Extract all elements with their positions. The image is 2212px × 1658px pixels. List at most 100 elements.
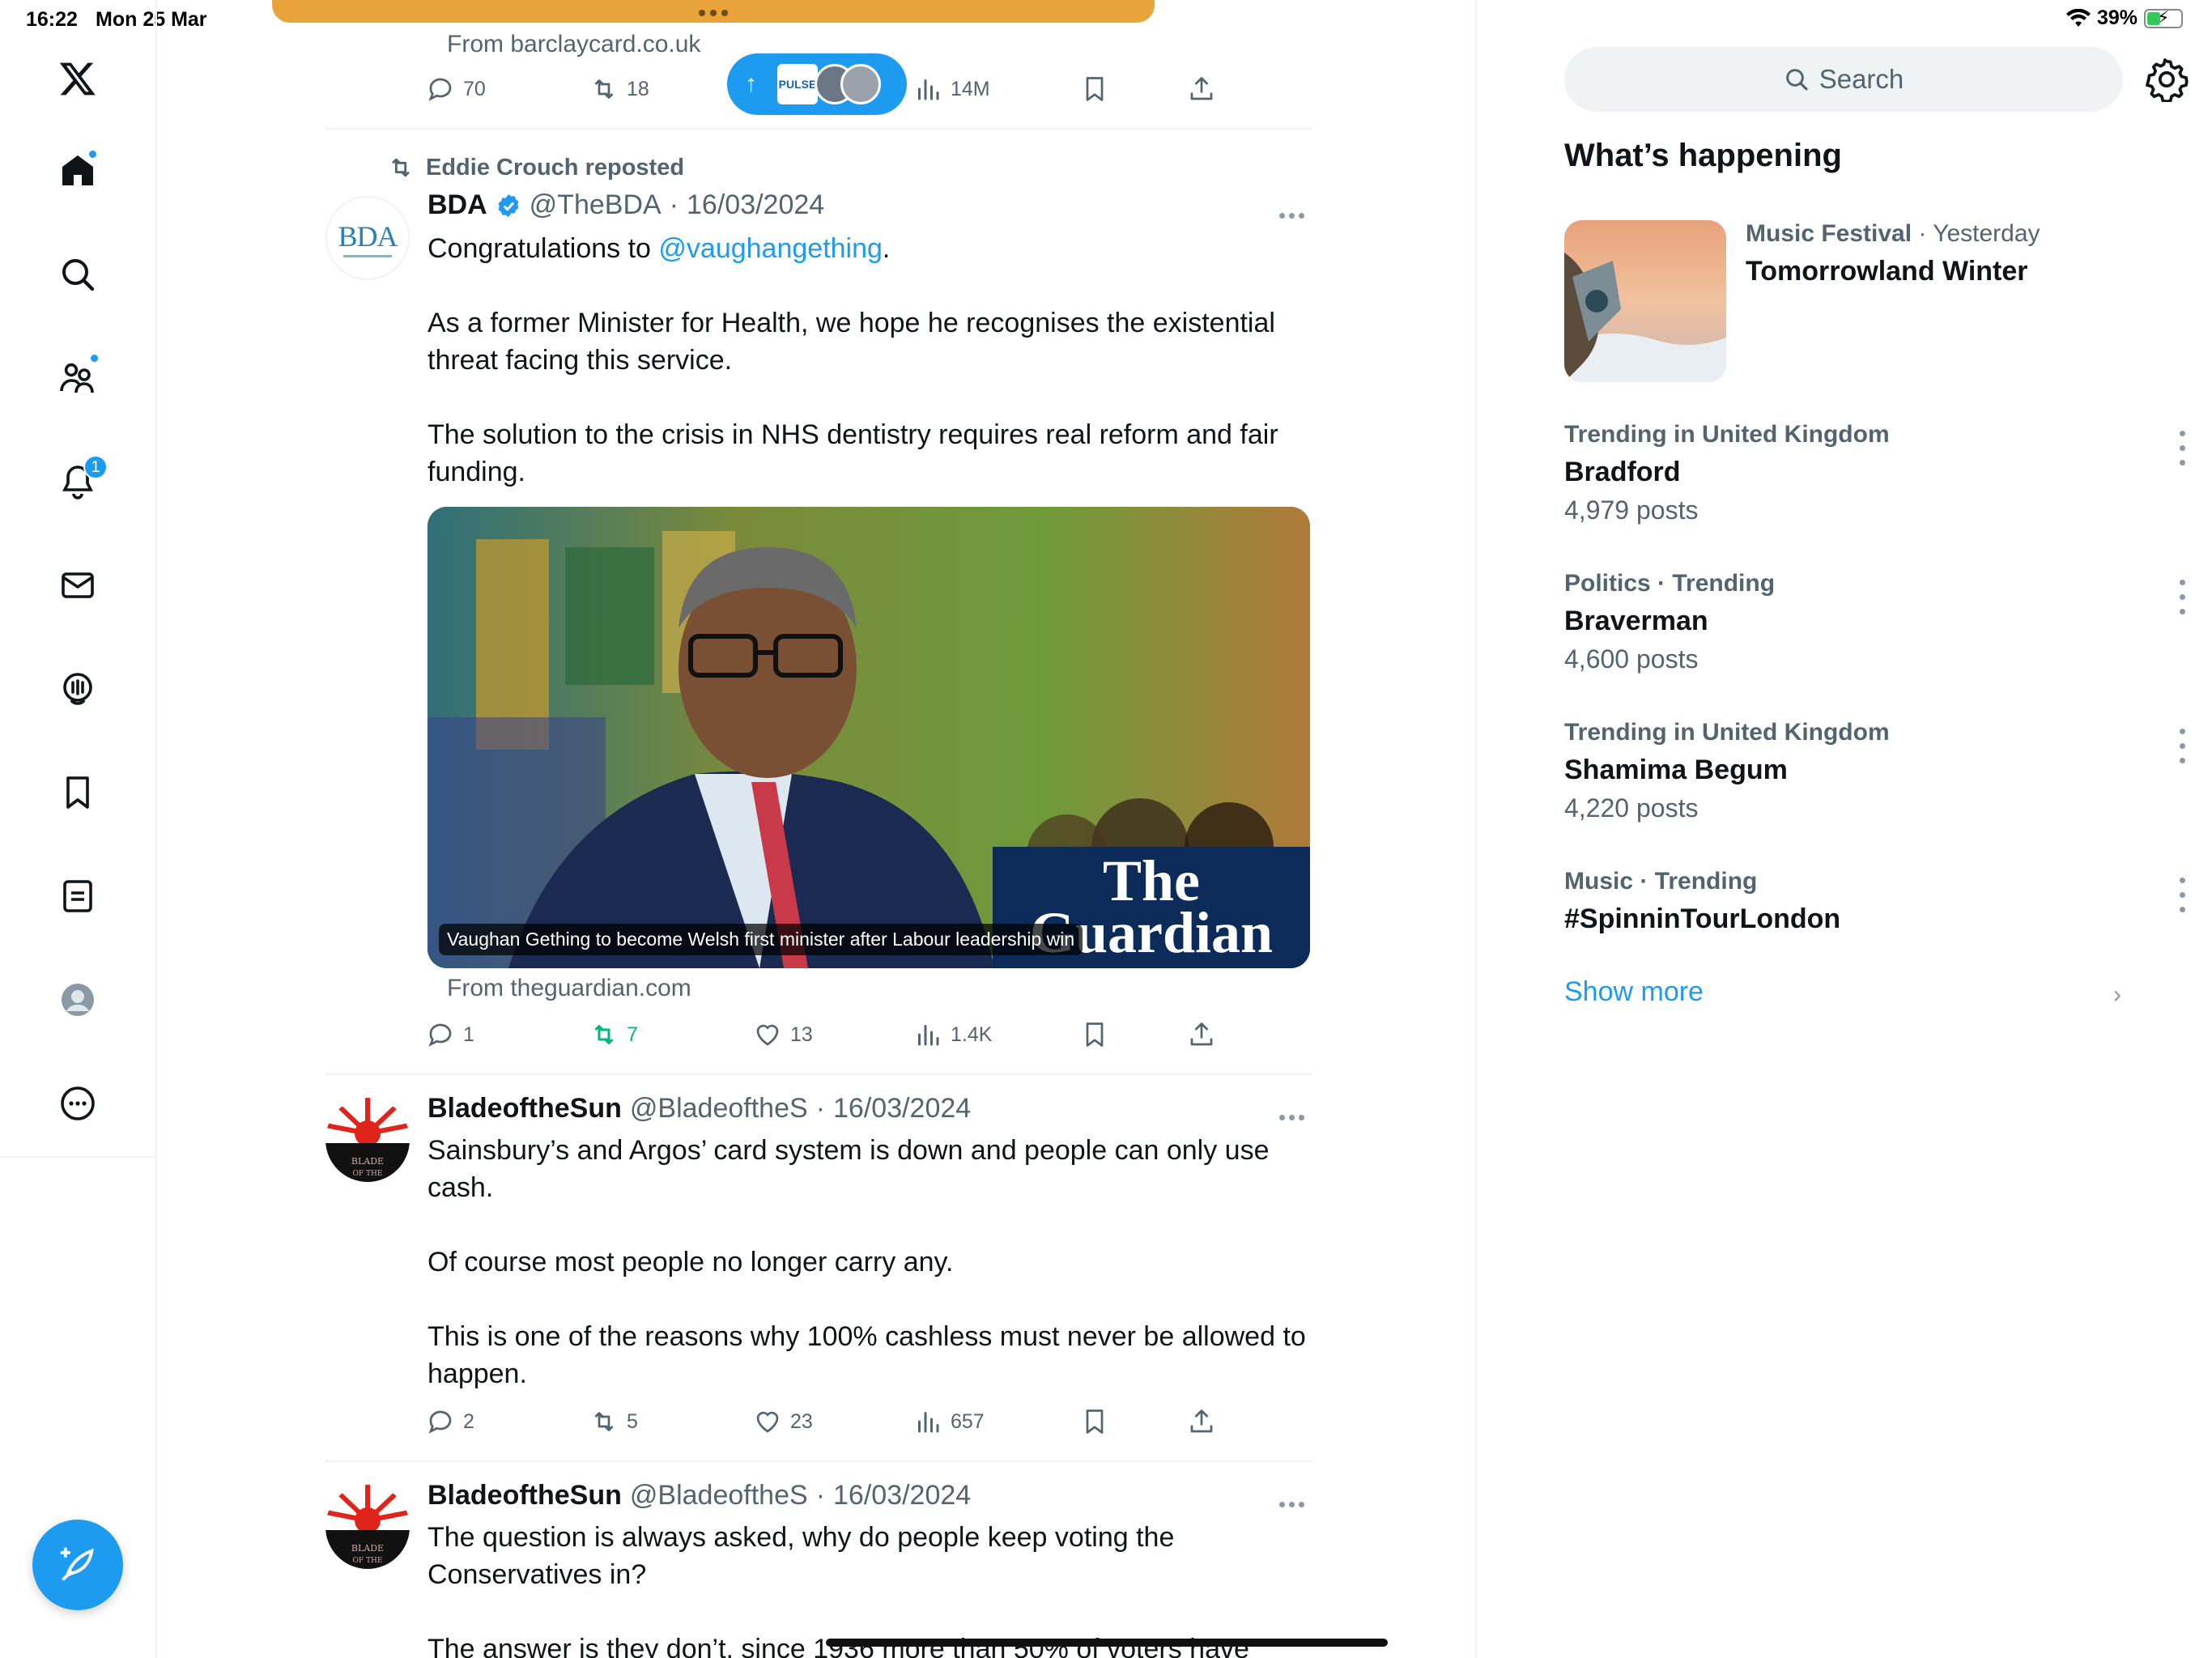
- nav-lists[interactable]: [46, 865, 109, 928]
- repost-button[interactable]: 5: [589, 1407, 638, 1436]
- tweet-date[interactable]: 16/03/2024: [833, 1480, 971, 1511]
- search-input[interactable]: Search: [1564, 47, 2123, 112]
- author-handle[interactable]: @BladeoftheS: [630, 1480, 808, 1511]
- show-more-link[interactable]: Show more: [1564, 976, 1704, 1008]
- bladeofthesun-avatar: BLADE OF THE: [325, 1098, 410, 1182]
- text-suffix: .: [882, 233, 891, 264]
- link-card-image[interactable]: [272, 0, 1155, 23]
- views-count: 1.4K: [951, 1022, 993, 1046]
- nav-messages[interactable]: [46, 554, 109, 617]
- trend-item[interactable]: Politics · Trending Braverman 4,600 post…: [1564, 570, 2196, 699]
- x-logo-icon[interactable]: [46, 47, 109, 110]
- tweet-header: BladeoftheSun @BladeoftheS · 16/03/2024: [428, 1480, 972, 1511]
- trend-context: Trending in United Kingdom: [1564, 719, 1890, 746]
- avatar[interactable]: BLADE OF THE: [325, 1485, 410, 1569]
- trend-more-button[interactable]: [2180, 426, 2196, 470]
- repost-button[interactable]: 18: [589, 74, 649, 104]
- bookmark-button[interactable]: [1080, 74, 1109, 104]
- tweet-date[interactable]: 16/03/2024: [687, 189, 824, 221]
- tweet-more-button[interactable]: [1279, 1486, 1308, 1514]
- feature-when: Yesterday: [1933, 220, 2040, 247]
- right-sidebar: Search What’s happening Music Festival ·…: [1478, 0, 2212, 1658]
- author-handle[interactable]: @BladeoftheS: [630, 1093, 808, 1124]
- reply-icon: [428, 78, 452, 101]
- nav-communities[interactable]: [46, 346, 109, 410]
- views-icon: [918, 79, 939, 100]
- bookmark-button[interactable]: [1080, 1407, 1109, 1436]
- views-button[interactable]: 14M: [913, 74, 990, 104]
- reply-count: 70: [463, 77, 486, 100]
- compose-post-button[interactable]: [32, 1520, 123, 1610]
- like-button[interactable]: 13: [753, 1020, 813, 1049]
- link-preview-card[interactable]: The Guardian Vaughan Gething to become W…: [428, 507, 1310, 968]
- bookmark-icon: [1086, 77, 1104, 101]
- nav-notifications[interactable]: 1: [46, 450, 109, 513]
- bookmark-icon: [66, 776, 89, 809]
- repost-count: 18: [627, 77, 649, 100]
- author-name[interactable]: BDA: [428, 189, 487, 221]
- trend-item[interactable]: Trending in United Kingdom Shamima Begum…: [1564, 719, 2196, 848]
- nav-profile[interactable]: [46, 968, 109, 1031]
- bookmark-icon: [1086, 1022, 1104, 1047]
- tweet-date[interactable]: 16/03/2024: [833, 1093, 971, 1124]
- trend-context: Music · Trending: [1564, 868, 1758, 895]
- arrow-up-icon: ↑: [745, 70, 757, 97]
- author-name[interactable]: BladeoftheSun: [428, 1093, 622, 1124]
- new-posts-pill[interactable]: ↑ PULSE: [727, 53, 907, 115]
- share-button[interactable]: [1187, 1020, 1216, 1049]
- share-button[interactable]: [1187, 1407, 1216, 1436]
- like-count: 23: [790, 1409, 813, 1433]
- repost-icon: [594, 1412, 614, 1431]
- reply-button[interactable]: 1: [426, 1020, 474, 1049]
- nav-search[interactable]: [46, 243, 109, 306]
- avatar[interactable]: BDA: [325, 196, 410, 280]
- nav-more[interactable]: [46, 1072, 109, 1135]
- share-icon: [1190, 77, 1213, 100]
- like-button[interactable]: 23: [753, 1407, 813, 1436]
- search-placeholder: Search: [1819, 64, 1904, 94]
- feature-trend[interactable]: Music Festival · Yesterday Tomorrowland …: [1564, 220, 2196, 382]
- share-button[interactable]: [1187, 74, 1216, 104]
- nav-home[interactable]: [46, 139, 109, 202]
- heart-icon: [756, 1411, 779, 1433]
- repost-context[interactable]: Eddie Crouch reposted: [387, 154, 684, 181]
- views-button[interactable]: 657: [913, 1407, 985, 1436]
- tweet-more-button[interactable]: [1279, 1099, 1308, 1127]
- trend-item[interactable]: Trending in United Kingdom Bradford 4,97…: [1564, 421, 2196, 551]
- more-circle-icon: [61, 1086, 95, 1120]
- trend-more-button[interactable]: [2180, 873, 2196, 916]
- trend-more-button[interactable]: [2180, 575, 2196, 619]
- gear-icon[interactable]: [2144, 57, 2189, 102]
- repost-button[interactable]: 7: [589, 1020, 638, 1049]
- mention-link[interactable]: @vaughangething: [658, 233, 883, 264]
- reply-icon: [428, 1410, 452, 1434]
- search-icon: [1785, 69, 1808, 91]
- reply-count: 2: [463, 1409, 474, 1433]
- views-icon: [918, 1412, 939, 1433]
- tweet-more-button[interactable]: [1279, 198, 1308, 225]
- nav-spaces[interactable]: [46, 657, 109, 721]
- avatar[interactable]: BLADE OF THE: [325, 1098, 410, 1182]
- home-indicator[interactable]: [826, 1639, 1388, 1647]
- profile-avatar-icon: [62, 984, 94, 1016]
- trend-more-button[interactable]: [2180, 724, 2196, 767]
- author-name[interactable]: BladeoftheSun: [428, 1480, 622, 1511]
- tweet-text: Congratulations to @vaughangething. As a…: [428, 230, 1318, 491]
- reply-button[interactable]: 70: [426, 74, 486, 104]
- nav-divider: [0, 1156, 155, 1158]
- tweet-divider: [325, 128, 1312, 130]
- trend-count: 4,979 posts: [1564, 495, 1699, 525]
- bda-logo: BDA: [338, 219, 398, 253]
- feature-category: Music Festival: [1746, 220, 1912, 247]
- trend-count: 4,600 posts: [1564, 644, 1699, 674]
- link-source[interactable]: From theguardian.com: [447, 975, 691, 1002]
- views-button[interactable]: 1.4K: [913, 1020, 992, 1049]
- link-source[interactable]: From barclaycard.co.uk: [447, 31, 700, 58]
- reply-button[interactable]: 2: [426, 1407, 474, 1436]
- views-count: 657: [951, 1409, 985, 1433]
- nav-bookmarks[interactable]: [46, 761, 109, 824]
- bookmark-button[interactable]: [1080, 1020, 1109, 1049]
- top-card-actions: 70 18 14M: [272, 74, 1213, 115]
- trend-topic: Shamima Begum: [1564, 755, 1788, 785]
- author-handle[interactable]: @TheBDA: [530, 189, 661, 221]
